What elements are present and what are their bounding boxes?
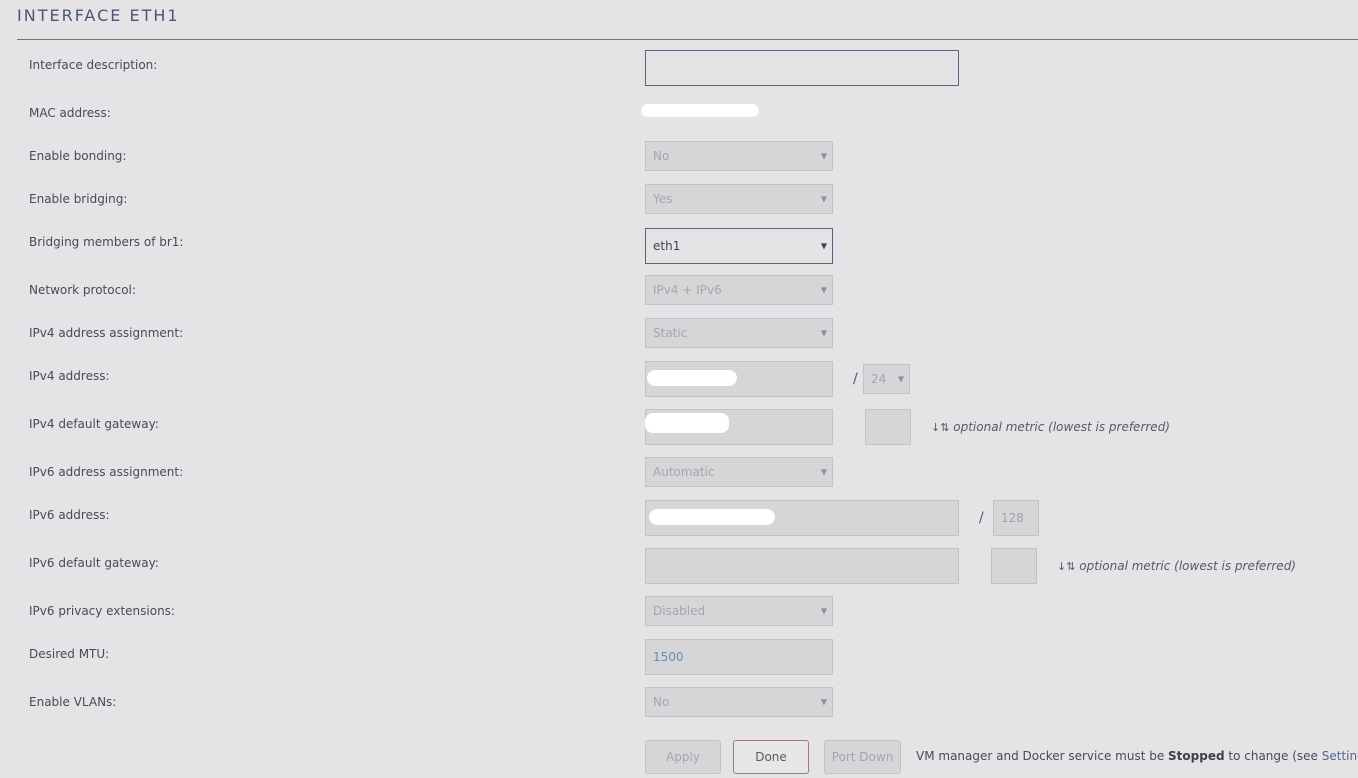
ipv4-address-label: IPv4 address: bbox=[29, 369, 110, 383]
ipv6-address-redacted bbox=[649, 509, 775, 525]
mtu-label: Desired MTU: bbox=[29, 647, 110, 661]
enable-vlans-select[interactable]: No ▼ bbox=[645, 687, 833, 717]
ipv4-prefix-slash: / bbox=[853, 371, 858, 387]
mac-address-label: MAC address: bbox=[29, 106, 111, 120]
service-notice: VM manager and Docker service must be St… bbox=[916, 749, 1358, 763]
network-protocol-value: IPv4 + IPv6 bbox=[653, 283, 722, 297]
ipv4-address-redacted bbox=[647, 370, 737, 386]
ipv6-prefix-value: 128 bbox=[1001, 511, 1024, 525]
ipv4-assignment-label: IPv4 address assignment: bbox=[29, 326, 184, 340]
bridging-members-value: eth1 bbox=[653, 239, 681, 253]
chevron-down-icon: ▼ bbox=[820, 151, 827, 161]
chevron-down-icon: ▼ bbox=[820, 467, 827, 477]
ipv6-gateway-input[interactable] bbox=[645, 548, 959, 584]
interface-description-label: Interface description: bbox=[29, 58, 158, 72]
apply-button[interactable]: Apply bbox=[645, 740, 721, 774]
ipv4-gateway-redacted bbox=[645, 413, 729, 433]
ipv6-assignment-select[interactable]: Automatic ▼ bbox=[645, 457, 833, 487]
enable-bridging-select[interactable]: Yes ▼ bbox=[645, 184, 833, 214]
ipv6-gateway-metric-input[interactable] bbox=[991, 548, 1037, 584]
ipv6-prefix-input[interactable]: 128 bbox=[993, 500, 1039, 536]
chevron-down-icon: ▼ bbox=[820, 285, 827, 295]
ipv6-gateway-label: IPv6 default gateway: bbox=[29, 556, 159, 570]
ipv4-assignment-value: Static bbox=[653, 326, 688, 340]
sort-icon: ↓⇅ bbox=[931, 421, 950, 434]
ipv6-assignment-value: Automatic bbox=[653, 465, 715, 479]
chevron-down-icon: ▼ bbox=[820, 606, 827, 616]
interface-description-input[interactable] bbox=[645, 50, 959, 86]
mtu-input[interactable]: 1500 bbox=[645, 639, 833, 675]
ipv4-prefix-value: 24 bbox=[871, 372, 887, 386]
title-divider bbox=[17, 39, 1358, 40]
settings-link[interactable]: Settings bbox=[1322, 749, 1358, 763]
page-title: INTERFACE ETH1 bbox=[17, 6, 180, 25]
ipv6-privacy-label: IPv6 privacy extensions: bbox=[29, 604, 175, 618]
chevron-down-icon: ▼ bbox=[897, 374, 904, 384]
sort-icon: ↓⇅ bbox=[1057, 560, 1076, 573]
chevron-down-icon: ▼ bbox=[820, 241, 827, 251]
enable-bonding-select[interactable]: No ▼ bbox=[645, 141, 833, 171]
ipv6-privacy-select[interactable]: Disabled ▼ bbox=[645, 596, 833, 626]
network-protocol-label: Network protocol: bbox=[29, 283, 136, 297]
mac-address-redacted bbox=[641, 104, 759, 117]
ipv4-gateway-label: IPv4 default gateway: bbox=[29, 417, 159, 431]
ipv6-address-label: IPv6 address: bbox=[29, 508, 110, 522]
done-button[interactable]: Done bbox=[733, 740, 809, 774]
ipv6-prefix-slash: / bbox=[979, 510, 984, 526]
enable-vlans-label: Enable VLANs: bbox=[29, 695, 117, 709]
ipv6-assignment-label: IPv6 address assignment: bbox=[29, 465, 184, 479]
ipv6-privacy-value: Disabled bbox=[653, 604, 706, 618]
ipv4-gateway-metric-input[interactable] bbox=[865, 409, 911, 445]
port-down-button[interactable]: Port Down bbox=[824, 740, 901, 774]
enable-vlans-value: No bbox=[653, 695, 670, 709]
enable-bonding-value: No bbox=[653, 149, 670, 163]
ipv4-assignment-select[interactable]: Static ▼ bbox=[645, 318, 833, 348]
ipv4-metric-hint: ↓⇅ optional metric (lowest is preferred) bbox=[931, 420, 1170, 434]
chevron-down-icon: ▼ bbox=[820, 697, 827, 707]
bridging-members-label: Bridging members of br1: bbox=[29, 235, 184, 249]
chevron-down-icon: ▼ bbox=[820, 328, 827, 338]
network-protocol-select[interactable]: IPv4 + IPv6 ▼ bbox=[645, 275, 833, 305]
enable-bridging-label: Enable bridging: bbox=[29, 192, 128, 206]
bridging-members-select[interactable]: eth1 ▼ bbox=[645, 228, 833, 264]
ipv4-prefix-select[interactable]: 24 ▼ bbox=[863, 364, 910, 394]
chevron-down-icon: ▼ bbox=[820, 194, 827, 204]
mtu-value: 1500 bbox=[653, 650, 684, 664]
enable-bridging-value: Yes bbox=[653, 192, 673, 206]
ipv6-metric-hint: ↓⇅ optional metric (lowest is preferred) bbox=[1057, 559, 1296, 573]
enable-bonding-label: Enable bonding: bbox=[29, 149, 127, 163]
stopped-emphasis: Stopped bbox=[1168, 749, 1225, 763]
